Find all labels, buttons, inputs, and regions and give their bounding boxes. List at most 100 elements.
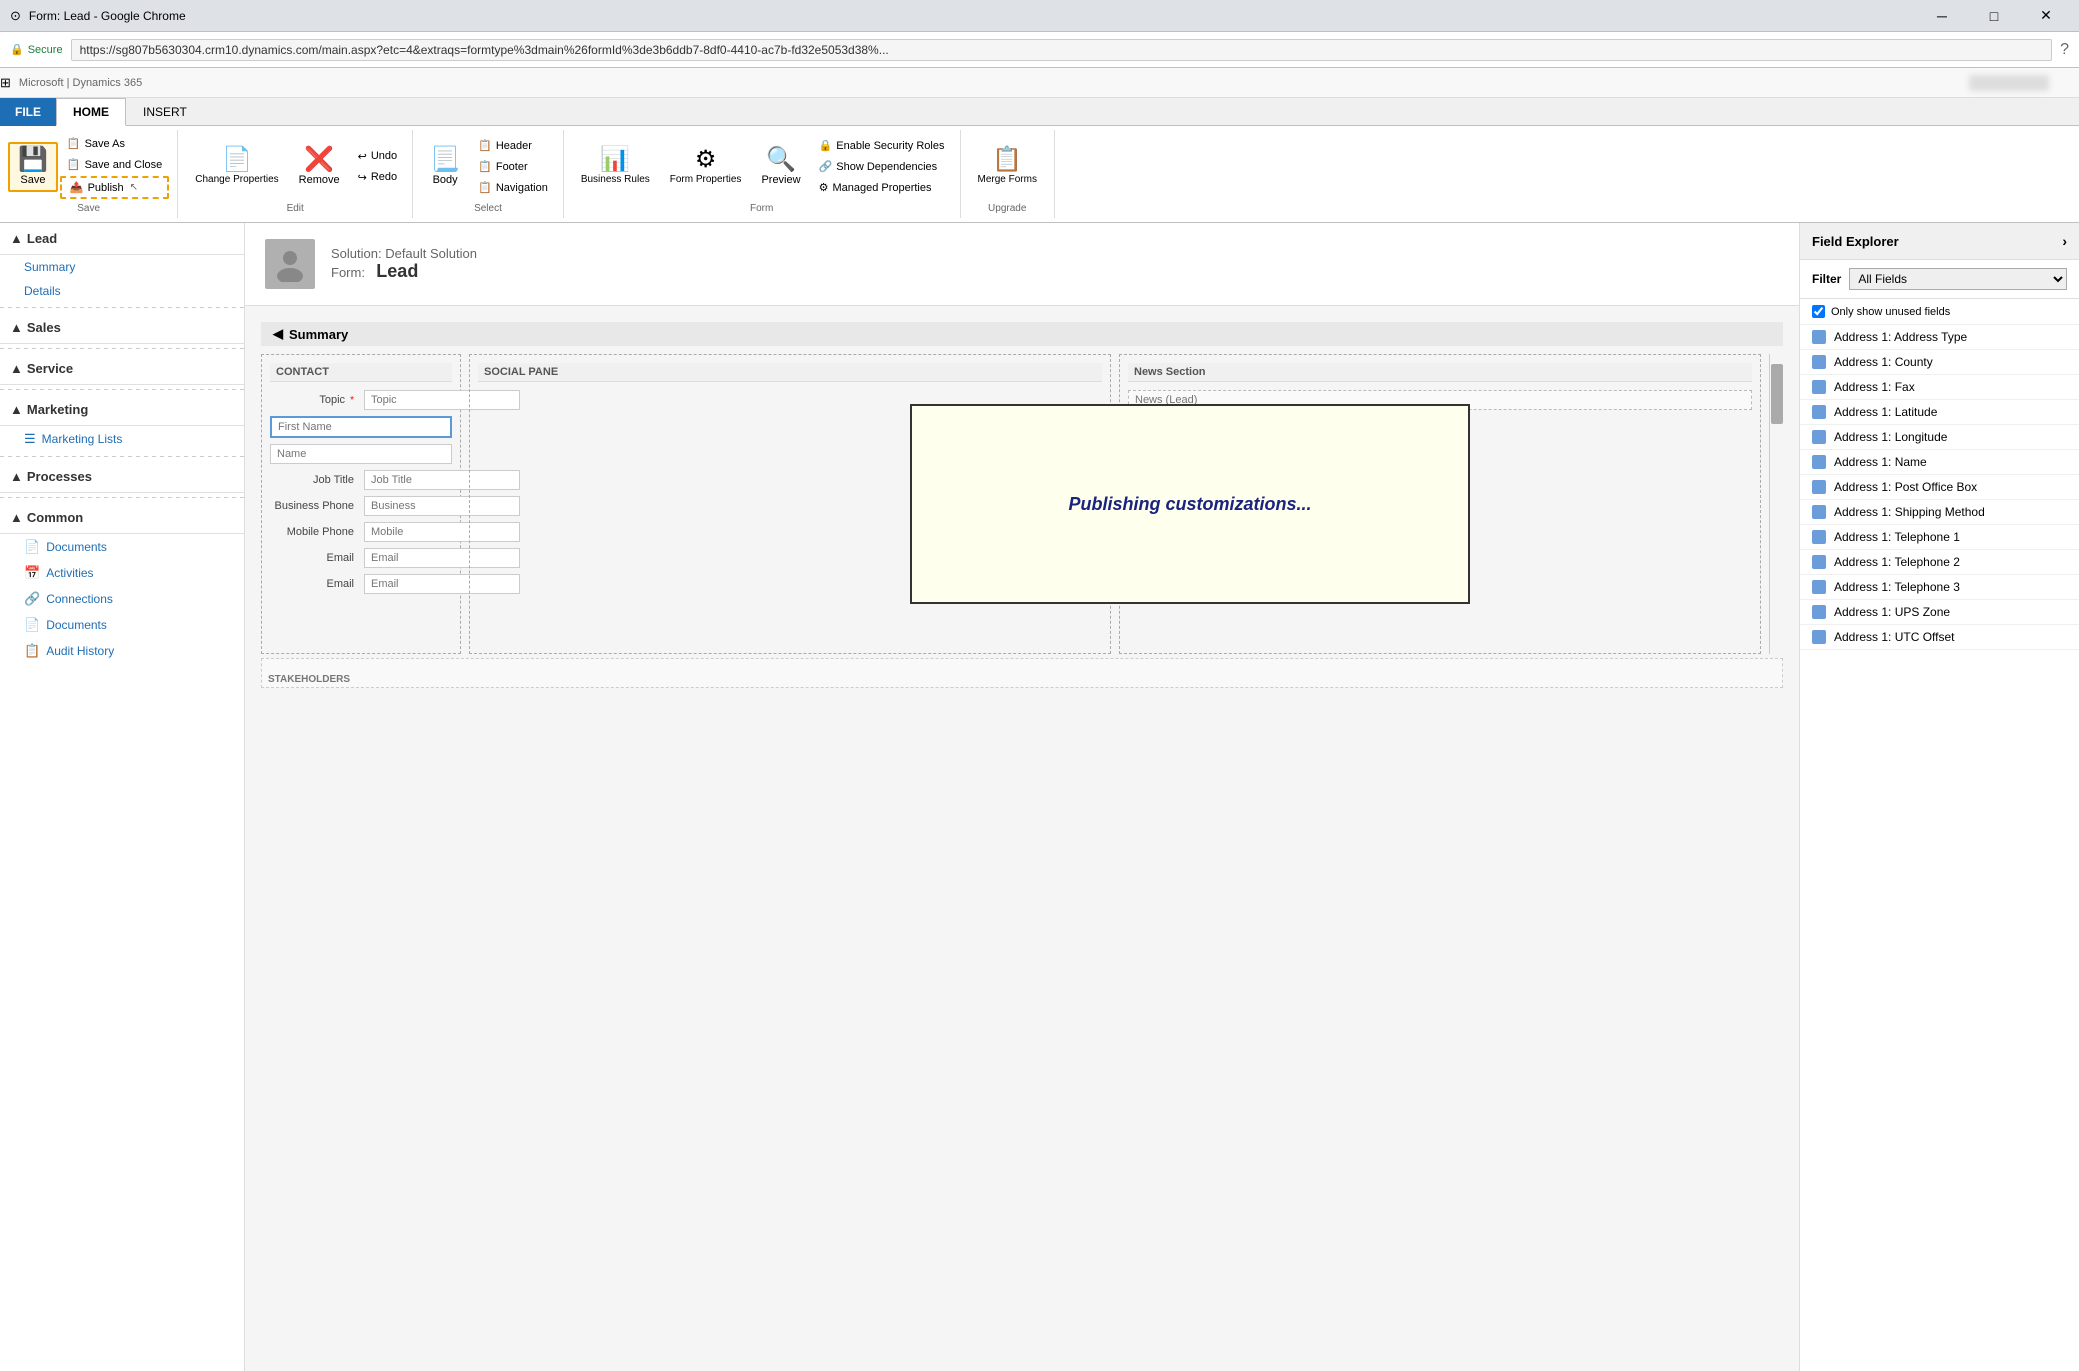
list-item[interactable]: Address 1: Telephone 1 (1800, 525, 2079, 550)
ribbon-group-save: 💾 Save 📋 Save As 📋 Save and Close 📤 Publ… (0, 130, 178, 218)
field-name: Address 1: UTC Offset (1834, 630, 1955, 644)
save-button[interactable]: 💾 Save (8, 142, 58, 192)
list-item[interactable]: Address 1: Latitude (1800, 400, 2079, 425)
save-as-button[interactable]: 📋 Save As (60, 134, 169, 153)
ribbon-group-edit: 📄 Change Properties ❌ Remove ↩ Undo ↪ Re… (178, 130, 413, 218)
scrollbar-thumb[interactable] (1771, 364, 1783, 424)
unused-fields-label: Only show unused fields (1831, 306, 1950, 318)
divider-2 (0, 348, 244, 349)
form-scrollbar[interactable] (1769, 354, 1783, 654)
sidebar-item-audit-history[interactable]: 📋 Audit History (0, 638, 244, 664)
address-bar: 🔒 Secure https://sg807b5630304.crm10.dyn… (0, 32, 2079, 68)
help-icon[interactable]: ? (2060, 41, 2069, 59)
sidebar-item-activities[interactable]: 📅 Activities (0, 560, 244, 586)
close-button[interactable]: ✕ (2023, 0, 2069, 32)
undo-redo: ↩ Undo ↪ Redo (351, 147, 405, 187)
list-item[interactable]: Address 1: Telephone 2 (1800, 550, 2079, 575)
minimize-button[interactable]: ─ (1919, 0, 1965, 32)
list-item[interactable]: Address 1: UTC Offset (1800, 625, 2079, 650)
lastname-input[interactable] (270, 444, 452, 464)
businessphone-label: Business Phone (270, 500, 360, 512)
form-group-label: Form (572, 199, 952, 214)
list-item[interactable]: Address 1: Fax (1800, 375, 2079, 400)
managed-properties-button[interactable]: ⚙ Managed Properties (812, 178, 952, 197)
preview-icon: 🔍 (766, 148, 796, 172)
body-button[interactable]: 📃 Body (421, 143, 469, 191)
upgrade-buttons: 📋 Merge Forms (969, 134, 1046, 199)
sidebar-section-marketing[interactable]: ▲ Marketing (0, 394, 244, 426)
merge-forms-button[interactable]: 📋 Merge Forms (969, 143, 1046, 191)
mobilephone-label: Mobile Phone (270, 526, 360, 538)
field-name: Address 1: Name (1834, 455, 1927, 469)
field-icon (1812, 330, 1826, 344)
mobilephone-field-row: Mobile Phone (270, 522, 452, 542)
list-item[interactable]: Address 1: Telephone 3 (1800, 575, 2079, 600)
sidebar-item-documents2[interactable]: 📄 Documents (0, 612, 244, 638)
save-close-button[interactable]: 📋 Save and Close (60, 155, 169, 174)
dependencies-icon: 🔗 (819, 160, 833, 173)
business-rules-button[interactable]: 📊 Business Rules (572, 143, 659, 191)
field-name: Address 1: Telephone 3 (1834, 580, 1960, 594)
tab-file[interactable]: FILE (0, 98, 56, 126)
redo-icon: ↪ (358, 171, 367, 184)
redo-button[interactable]: ↪ Redo (351, 168, 405, 187)
preview-button[interactable]: 🔍 Preview (752, 143, 809, 191)
list-item[interactable]: Address 1: UPS Zone (1800, 600, 2079, 625)
sidebar-item-connections[interactable]: 🔗 Connections (0, 586, 244, 612)
filter-select[interactable]: All Fields (1849, 268, 2067, 290)
ribbon: FILE HOME INSERT 💾 Save 📋 Save As 📋 S (0, 98, 2079, 223)
navigation-button[interactable]: 📋 Navigation (471, 178, 555, 197)
field-icon (1812, 355, 1826, 369)
navigation-icon: 📋 (478, 181, 492, 194)
user-avatar (1969, 75, 2049, 91)
enable-security-button[interactable]: 🔒 Enable Security Roles (812, 136, 952, 155)
sidebar-section-sales[interactable]: ▲ Sales (0, 312, 244, 344)
sidebar-section-processes[interactable]: ▲ Processes (0, 461, 244, 493)
sidebar-section-common[interactable]: ▲ Common (0, 502, 244, 534)
sidebar-item-summary[interactable]: Summary (0, 255, 244, 279)
dynamics-brand: Microsoft | Dynamics 365 (19, 77, 142, 89)
undo-button[interactable]: ↩ Undo (351, 147, 405, 166)
form-options: 🔒 Enable Security Roles 🔗 Show Dependenc… (812, 136, 952, 197)
sidebar-item-marketing-lists[interactable]: ☰ Marketing Lists (0, 426, 244, 452)
field-icon (1812, 555, 1826, 569)
marketing-arrow-icon: ▲ (10, 402, 23, 417)
field-explorer-expand-icon[interactable]: › (2062, 233, 2067, 249)
change-properties-button[interactable]: 📄 Change Properties (186, 143, 287, 191)
email1-label: Email (270, 552, 360, 564)
list-item[interactable]: Address 1: Longitude (1800, 425, 2079, 450)
tab-insert[interactable]: INSERT (126, 98, 204, 126)
sidebar-item-documents[interactable]: 📄 Documents (0, 534, 244, 560)
businessphone-field-row: Business Phone (270, 496, 452, 516)
section-arrow-icon: ◀ (273, 326, 283, 342)
list-item[interactable]: Address 1: Shipping Method (1800, 500, 2079, 525)
sidebar-section-service[interactable]: ▲ Service (0, 353, 244, 385)
list-icon: ☰ (24, 431, 36, 447)
sidebar-section-lead[interactable]: ▲ Lead (0, 223, 244, 255)
tab-home[interactable]: HOME (56, 98, 126, 126)
jobtitle-field-row: Job Title (270, 470, 452, 490)
ribbon-group-upgrade: 📋 Merge Forms Upgrade (961, 130, 1055, 218)
list-item[interactable]: Address 1: Post Office Box (1800, 475, 2079, 500)
header-button[interactable]: 📋 Header (471, 136, 555, 155)
edit-buttons: 📄 Change Properties ❌ Remove ↩ Undo ↪ Re… (186, 134, 404, 199)
sidebar-item-details[interactable]: Details (0, 279, 244, 303)
remove-icon: ❌ (304, 148, 334, 172)
field-name: Address 1: Address Type (1834, 330, 1967, 344)
unused-fields-checkbox-row: Only show unused fields (1800, 299, 2079, 325)
url-input[interactable]: https://sg807b5630304.crm10.dynamics.com… (71, 39, 2053, 61)
publishing-overlay: Publishing customizations... (910, 404, 1470, 604)
maximize-button[interactable]: □ (1971, 0, 2017, 32)
save-icon: 💾 (18, 148, 48, 172)
form-properties-button[interactable]: ⚙ Form Properties (661, 143, 751, 191)
footer-button[interactable]: 📋 Footer (471, 157, 555, 176)
unused-fields-checkbox[interactable] (1812, 305, 1825, 318)
remove-button[interactable]: ❌ Remove (290, 143, 349, 191)
list-item[interactable]: Address 1: Name (1800, 450, 2079, 475)
publish-button[interactable]: 📤 Publish ↖ (60, 176, 169, 199)
list-item[interactable]: Address 1: County (1800, 350, 2079, 375)
list-item[interactable]: Address 1: Address Type (1800, 325, 2079, 350)
form-label: Form: (331, 265, 365, 280)
firstname-input[interactable] (270, 416, 452, 438)
show-dependencies-button[interactable]: 🔗 Show Dependencies (812, 157, 952, 176)
